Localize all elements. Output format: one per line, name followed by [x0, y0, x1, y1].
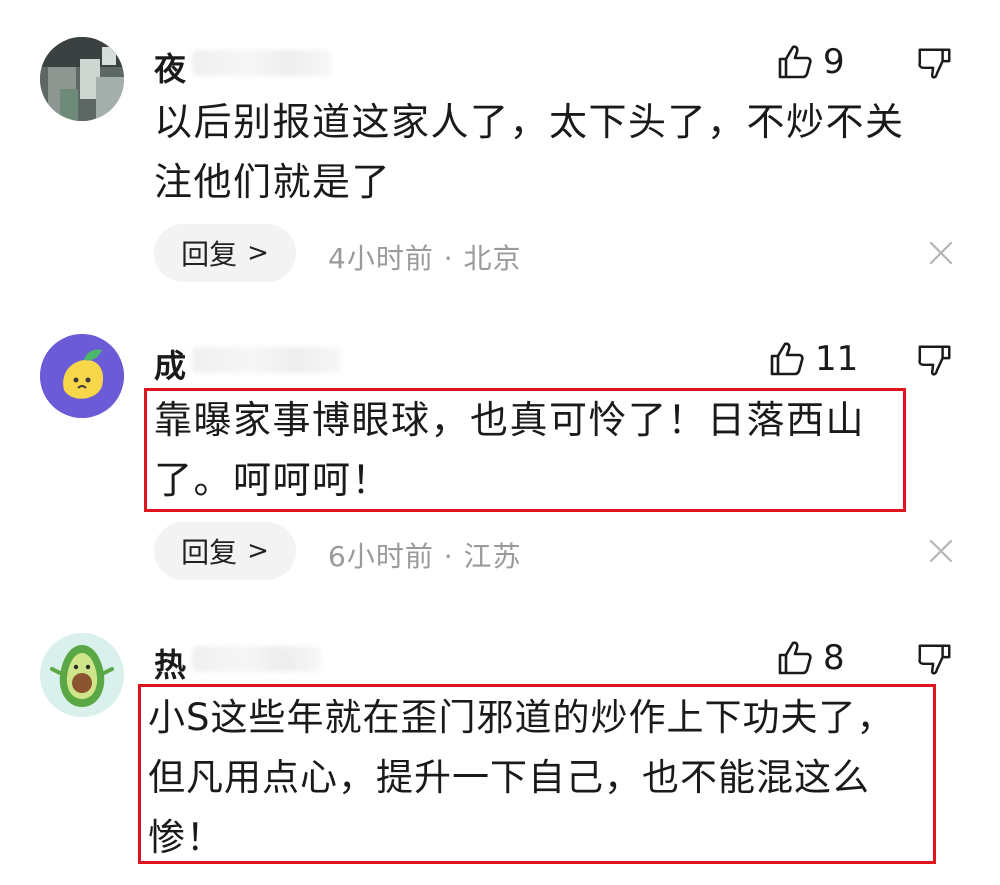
like-count: 8 [823, 638, 845, 678]
username[interactable]: 热 [154, 640, 187, 686]
thumbs-down-icon[interactable] [916, 640, 954, 680]
comment-line: 但凡用点心，提升一下自己，也不能混这么 [148, 756, 870, 799]
comment-line: 惨！ [148, 816, 224, 859]
like-button[interactable]: 8 [775, 638, 845, 678]
comment-3: 热 8 小S这些年就在歪门邪道的炒作上下功夫了， 但凡用点心，提升一下自己，也不… [0, 0, 1000, 885]
comment-line: 小S这些年就在歪门邪道的炒作上下功夫了， [148, 696, 895, 739]
comment-text: 小S这些年就在歪门邪道的炒作上下功夫了， 但凡用点心，提升一下自己，也不能混这么… [148, 688, 895, 868]
avatar[interactable] [40, 633, 124, 717]
avocado-avatar-icon [40, 633, 124, 717]
blurred-username-suffix [192, 646, 322, 672]
thumbs-up-icon [778, 641, 812, 675]
